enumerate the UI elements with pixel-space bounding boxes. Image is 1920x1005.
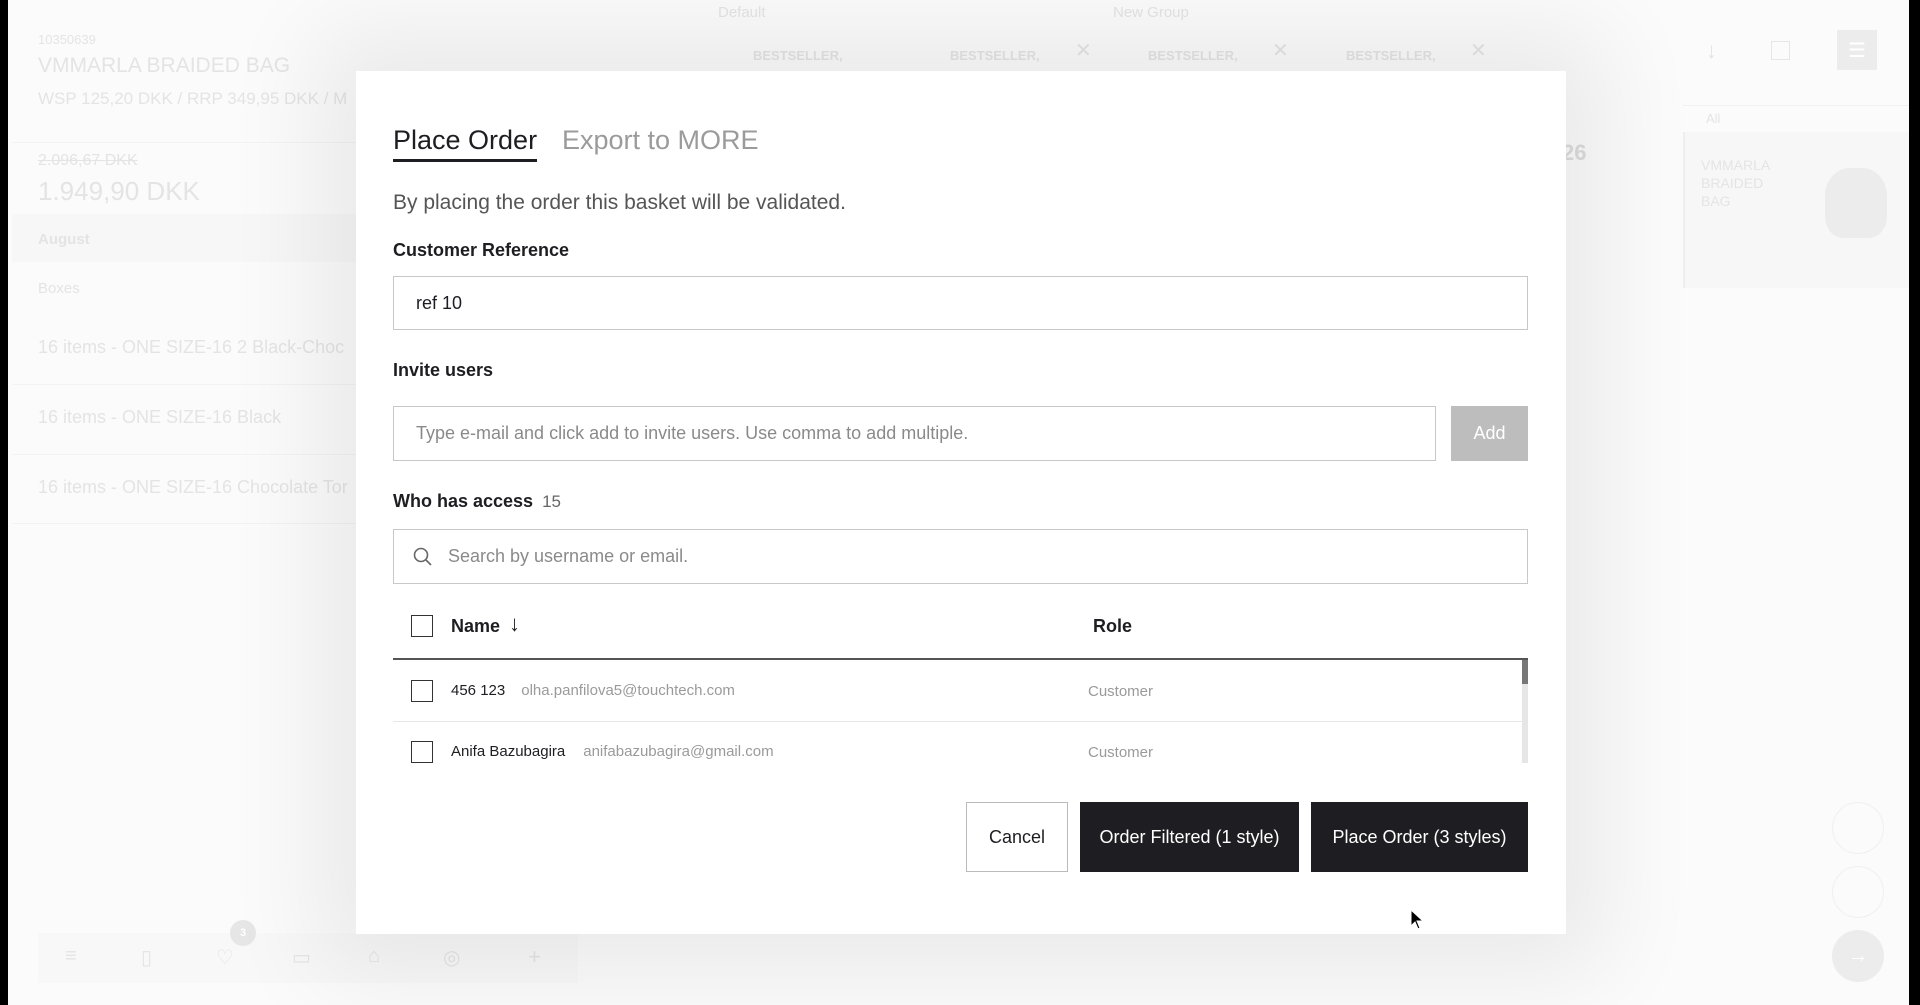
place-order-button[interactable]: Place Order (3 styles): [1311, 802, 1528, 872]
monitor-icon[interactable]: ▭: [292, 945, 311, 970]
box-item[interactable]: 16 items - ONE SIZE-16 2 Black-Choc: [38, 337, 344, 358]
heart-icon[interactable]: ♡: [216, 945, 234, 970]
grid-icon[interactable]: [1771, 41, 1790, 60]
access-count: 15: [542, 492, 561, 511]
user-name: Anifa Bazubagira: [451, 743, 566, 760]
description: By placing the order this basket will be…: [393, 191, 846, 214]
sort-down-icon[interactable]: ↓: [509, 611, 520, 637]
month-label: August: [38, 231, 90, 248]
cancel-button[interactable]: Cancel: [966, 802, 1068, 872]
group-default[interactable]: Default: [718, 4, 766, 21]
table-row[interactable]: Anifa Bazubagira anifabazubagira@gmail.c…: [393, 722, 1522, 763]
customer-reference-label: Customer Reference: [393, 240, 570, 260]
card-title: VMMARLA BRAIDED BAG: [1701, 157, 1770, 209]
order-filtered-button[interactable]: Order Filtered (1 style): [1080, 802, 1299, 872]
invite-users-label: Invite users: [393, 360, 494, 380]
eye-icon[interactable]: ◎: [443, 945, 460, 970]
plus-icon[interactable]: +: [528, 944, 541, 970]
who-has-access-label: Who has access: [393, 491, 534, 511]
mouse-cursor-icon: [1410, 909, 1425, 930]
scrollbar[interactable]: [1522, 660, 1528, 763]
invite-email-input[interactable]: Type e-mail and click add to invite user…: [393, 406, 1436, 461]
bag-image: [1825, 168, 1887, 238]
price-line: WSP 125,20 DKK / RRP 349,95 DKK / M: [38, 89, 348, 108]
filter-all[interactable]: All: [1706, 111, 1720, 126]
sort-icon[interactable]: ↓: [1706, 38, 1717, 64]
group-new[interactable]: New Group: [1113, 4, 1189, 21]
adjust-icon[interactable]: [1832, 802, 1884, 854]
screen-edge: [1909, 0, 1920, 1005]
user-role: Customer: [1088, 683, 1154, 700]
product-name: VMMARLA BRAIDED BAG: [38, 54, 291, 77]
table-row[interactable]: 456 123 olha.panfilova5@touchtech.com Cu…: [393, 660, 1522, 722]
box-item[interactable]: 16 items - ONE SIZE-16 Chocolate Tor: [38, 477, 348, 498]
close-icon[interactable]: ✕: [1075, 38, 1092, 63]
scrollbar-thumb[interactable]: [1522, 660, 1528, 684]
palette-icon[interactable]: [1832, 866, 1884, 918]
name-column-header[interactable]: Name: [451, 616, 500, 637]
book-icon[interactable]: ▯: [141, 945, 152, 970]
user-name: 456 123: [451, 682, 506, 699]
add-button[interactable]: Add: [1451, 406, 1528, 461]
customer-reference-input[interactable]: ref 10: [393, 276, 1528, 330]
user-email: olha.panfilova5@touchtech.com: [521, 682, 735, 699]
screen-edge: [0, 0, 8, 1005]
boxes-label: Boxes: [38, 280, 80, 297]
bag-icon[interactable]: ⌂: [368, 945, 380, 968]
list-view-button[interactable]: ☰: [1837, 30, 1877, 70]
place-order-dialog: Place Order Export to MORE By placing th…: [356, 71, 1566, 934]
old-price: 2.096,67 DKK: [38, 152, 138, 169]
row-checkbox[interactable]: [411, 680, 433, 702]
column-header: BESTSELLER,: [1346, 48, 1436, 63]
user-email: anifabazubagira@gmail.com: [583, 743, 774, 760]
user-search-input[interactable]: Search by username or email.: [393, 529, 1528, 584]
product-card[interactable]: VMMARLA BRAIDED BAG: [1683, 132, 1909, 288]
row-checkbox[interactable]: [411, 741, 433, 763]
next-arrow-icon[interactable]: →: [1832, 930, 1884, 982]
select-all-checkbox[interactable]: [411, 615, 433, 637]
search-icon: [413, 547, 432, 566]
close-icon[interactable]: ✕: [1272, 38, 1289, 63]
tab-export-to-more[interactable]: Export to MORE: [562, 125, 759, 156]
favorites-badge: 3: [230, 920, 256, 946]
price: 1.949,90 DKK: [38, 176, 200, 206]
tab-place-order[interactable]: Place Order: [393, 125, 538, 162]
column-header: BESTSELLER,: [1148, 48, 1238, 63]
product-id: 10350639: [38, 32, 96, 47]
user-role: Customer: [1088, 744, 1154, 761]
close-icon[interactable]: ✕: [1470, 38, 1487, 63]
box-item[interactable]: 16 items - ONE SIZE-16 Black: [38, 407, 281, 428]
role-column-header[interactable]: Role: [1093, 616, 1132, 637]
menu-icon[interactable]: ≡: [65, 945, 77, 968]
column-header: BESTSELLER,: [950, 48, 1040, 63]
column-header: BESTSELLER,: [753, 48, 843, 63]
